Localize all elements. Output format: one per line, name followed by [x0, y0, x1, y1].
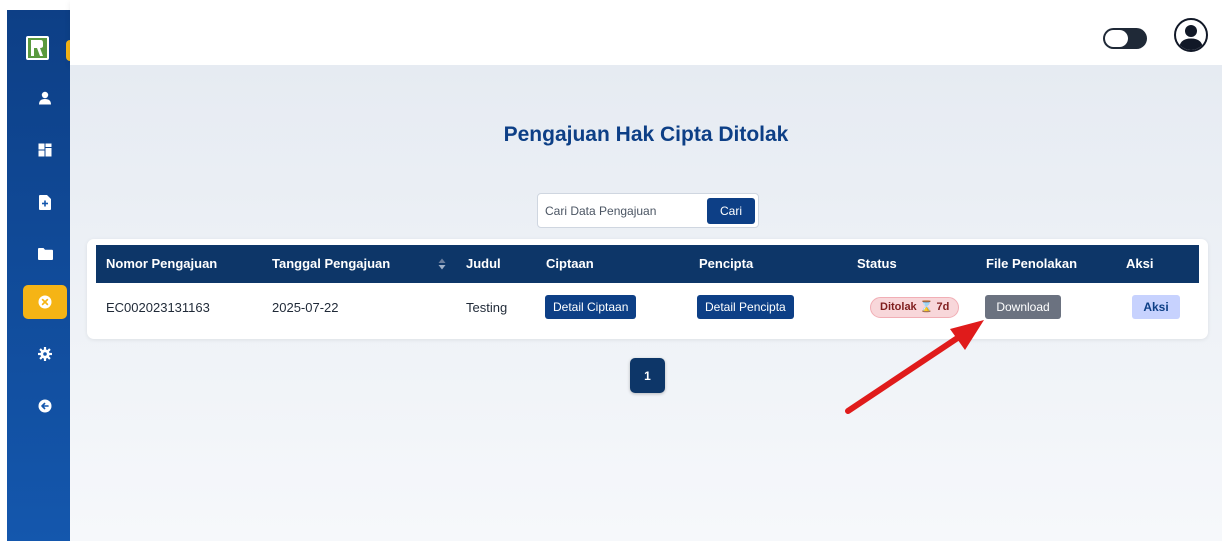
theme-toggle-switch[interactable]: [1103, 28, 1147, 49]
table-card: Nomor Pengajuan Tanggal Pengajuan Judul …: [87, 239, 1208, 339]
sidebar-item-settings[interactable]: [23, 337, 67, 371]
header-pencipta: Pencipta: [699, 256, 754, 271]
pagination-page-button[interactable]: 1: [630, 358, 665, 393]
page-title: Pengajuan Hak Cipta Ditolak: [503, 123, 789, 146]
toggle-switch-icon: [1105, 30, 1128, 47]
user-circle-icon[interactable]: [1174, 18, 1208, 52]
search-input[interactable]: [545, 202, 695, 220]
search-bar: Cari: [537, 193, 759, 228]
main-content: Pengajuan Hak Cipta Ditolak Cari Nomor P…: [70, 65, 1222, 541]
header-judul: Judul: [466, 256, 501, 271]
cell-tanggal-pengajuan: 2025-07-22: [272, 300, 339, 315]
status-badge: Ditolak ⌛ 7d: [870, 297, 960, 318]
detail-pencipta-button[interactable]: Detail Pencipta: [697, 295, 794, 319]
table-header: Nomor Pengajuan Tanggal Pengajuan Judul …: [96, 245, 1199, 283]
cell-nomor-pengajuan: EC002023131163: [106, 300, 210, 315]
sidebar-item-logout[interactable]: [23, 389, 67, 423]
top-bar: [70, 0, 1222, 65]
logo-icon: [26, 36, 49, 60]
detail-ciptaan-button[interactable]: Detail Ciptaan: [545, 295, 637, 319]
header-status: Status: [857, 256, 897, 271]
dashboard-icon: [38, 143, 52, 157]
sidebar-item-profile[interactable]: [23, 81, 67, 115]
sidebar-item-folder[interactable]: [23, 237, 67, 271]
gear-icon: [38, 347, 52, 361]
folder-icon: [37, 248, 53, 260]
header-tanggal-pengajuan: Tanggal Pengajuan: [272, 256, 391, 271]
file-plus-icon: [39, 194, 51, 210]
aksi-button[interactable]: Aksi: [1132, 295, 1180, 319]
header-nomor-pengajuan: Nomor Pengajuan: [106, 256, 218, 271]
sidebar-item-rejected[interactable]: [23, 285, 67, 319]
header-file-penolakan: File Penolakan: [986, 256, 1078, 271]
x-circle-icon: [38, 295, 52, 309]
arrow-left-circle-icon: [38, 399, 52, 413]
sort-icon[interactable]: [438, 258, 446, 270]
search-button[interactable]: Cari: [707, 198, 755, 224]
download-button[interactable]: Download: [985, 295, 1061, 319]
sidebar-item-add-submission[interactable]: [23, 185, 67, 219]
table-row: EC002023131163 2025-07-22 Testing Detail…: [96, 283, 1199, 333]
header-ciptaan: Ciptaan: [546, 256, 594, 271]
sidebar: →: [7, 10, 92, 541]
header-aksi: Aksi: [1126, 256, 1154, 271]
sidebar-item-dashboard[interactable]: [23, 133, 67, 167]
cell-judul: Testing: [466, 300, 508, 315]
user-icon: [39, 91, 51, 105]
